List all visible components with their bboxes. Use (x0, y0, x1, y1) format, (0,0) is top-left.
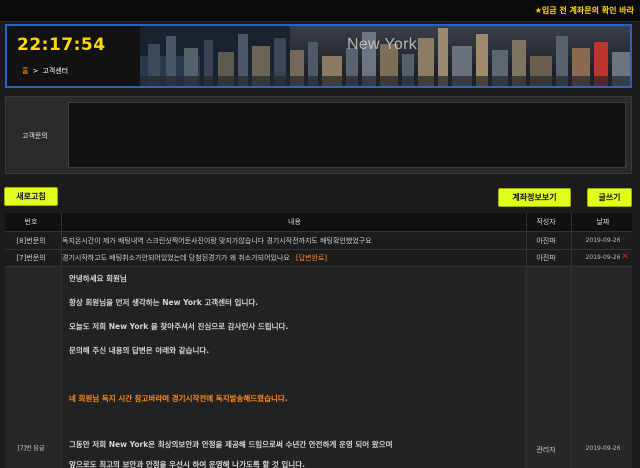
header-date: 날짜 (596, 218, 610, 226)
column-divider (61, 213, 62, 468)
answer-line: 문의해 주신 내용의 답변은 아래와 같습니다. (69, 346, 210, 355)
breadcrumb-home[interactable]: 홈 (22, 67, 28, 75)
answer-line: 항상 회원님을 먼저 생각하는 New York 고객센터 입니다. (69, 298, 259, 307)
answer-body: 안녕하세요 회원님 항상 회원님을 먼저 생각하는 New York 고객센터 … (62, 267, 524, 468)
answered-badge: [답변완료] (295, 254, 328, 262)
breadcrumb-current: 고객센터 (42, 67, 69, 75)
header-num: 번호 (24, 218, 38, 226)
answer-detail: [7]번 답글 안녕하세요 회원님 항상 회원님을 먼저 생각하는 New Yo… (5, 267, 632, 468)
clock-panel: 22:17:54 홈 > 고객센터 (7, 26, 140, 86)
page-header: 22:17:54 홈 > 고객센터 New York (5, 24, 632, 88)
answer-line: 안녕하세요 회원님 (69, 274, 127, 283)
answer-date: 2019-09-26 (585, 445, 621, 452)
inquiry-form: 고객문의 (5, 96, 632, 174)
deposit-notice: ★입금 전 계좌문의 확인 바라 (534, 6, 634, 15)
table-row[interactable]: [7]번문의 경기시작하고도 배팅취소가안되어있었는데 당첨된경기가 왜 취소가… (5, 250, 632, 267)
row-number: [7]번문의 (16, 254, 46, 262)
row-number: [8]번문의 (16, 237, 46, 245)
answer-line: 오늘도 저희 New York 을 찾아주셔서 진심으로 감사인사 드립니다. (69, 322, 289, 331)
delete-icon[interactable]: ✕ (621, 253, 629, 262)
table-header: 번호 내용 작성자 날짜 (5, 213, 632, 232)
banner-title: New York (347, 36, 417, 53)
answer-line: 앞으로도 최고의 보안과 안정을 우선시 하여 운영해 나가도록 할 것 입니다… (69, 460, 305, 468)
table-row[interactable]: [8]번문의 독지온시간이 제가 배팅내역 스크린샷찍어둔사진이랑 맞지가않습니… (5, 233, 632, 250)
row-content[interactable]: 경기시작하고도 배팅취소가안되어있었는데 당첨된경기가 왜 취소가되어있나요 [답… (62, 250, 527, 266)
answer-number: [7]번 답글 (17, 445, 45, 452)
column-divider (571, 213, 572, 468)
column-divider (526, 213, 527, 468)
header-content: 내용 (288, 218, 301, 226)
refresh-button[interactable]: 새로고침 (4, 187, 58, 206)
top-bar: ★입금 전 계좌문의 확인 바라 (0, 0, 640, 22)
breadcrumb: 홈 > 고객센터 (22, 66, 68, 76)
breadcrumb-separator: > (32, 67, 39, 75)
header-writer: 작성자 (536, 218, 556, 226)
answer-highlight-line: 네 회원님 독지 시간 참고바라며 경기시작전에 독지발송해드렸습니다. (69, 394, 288, 403)
clock: 22:17:54 (17, 35, 106, 55)
row-date-text: 2019-09-26 (585, 254, 621, 261)
city-banner: New York (140, 26, 630, 86)
account-info-button[interactable]: 계좌정보보기 (498, 188, 571, 207)
row-content[interactable]: 독지온시간이 제가 배팅내역 스크린샷찍어둔사진이랑 맞지가않습니다 경기시작전… (62, 233, 527, 249)
answer-line: 그동안 저희 New York은 최상의보안과 안정을 제공해 드림으로써 수년… (69, 440, 393, 449)
inquiry-textarea[interactable] (68, 102, 626, 168)
write-button[interactable]: 글쓰기 (587, 188, 632, 207)
inquiry-label: 고객문의 (22, 132, 48, 140)
row-writer: 아진파 (536, 237, 556, 245)
answer-writer: 관리자 (536, 446, 556, 454)
row-date: 2019-09-26 (585, 237, 621, 244)
skyline-image (140, 26, 630, 86)
inquiry-table: 번호 내용 작성자 날짜 [8]번문의 독지온시간이 제가 배팅내역 스크린샷찍… (5, 213, 632, 468)
row-writer: 아진파 (536, 254, 556, 262)
row-content-text: 독지온시간이 제가 배팅내역 스크린샷찍어둔사진이랑 맞지가않습니다 경기시작전… (62, 237, 372, 245)
row-content-text: 경기시작하고도 배팅취소가안되어있었는데 당첨된경기가 왜 취소가되어있나요 (62, 254, 290, 262)
